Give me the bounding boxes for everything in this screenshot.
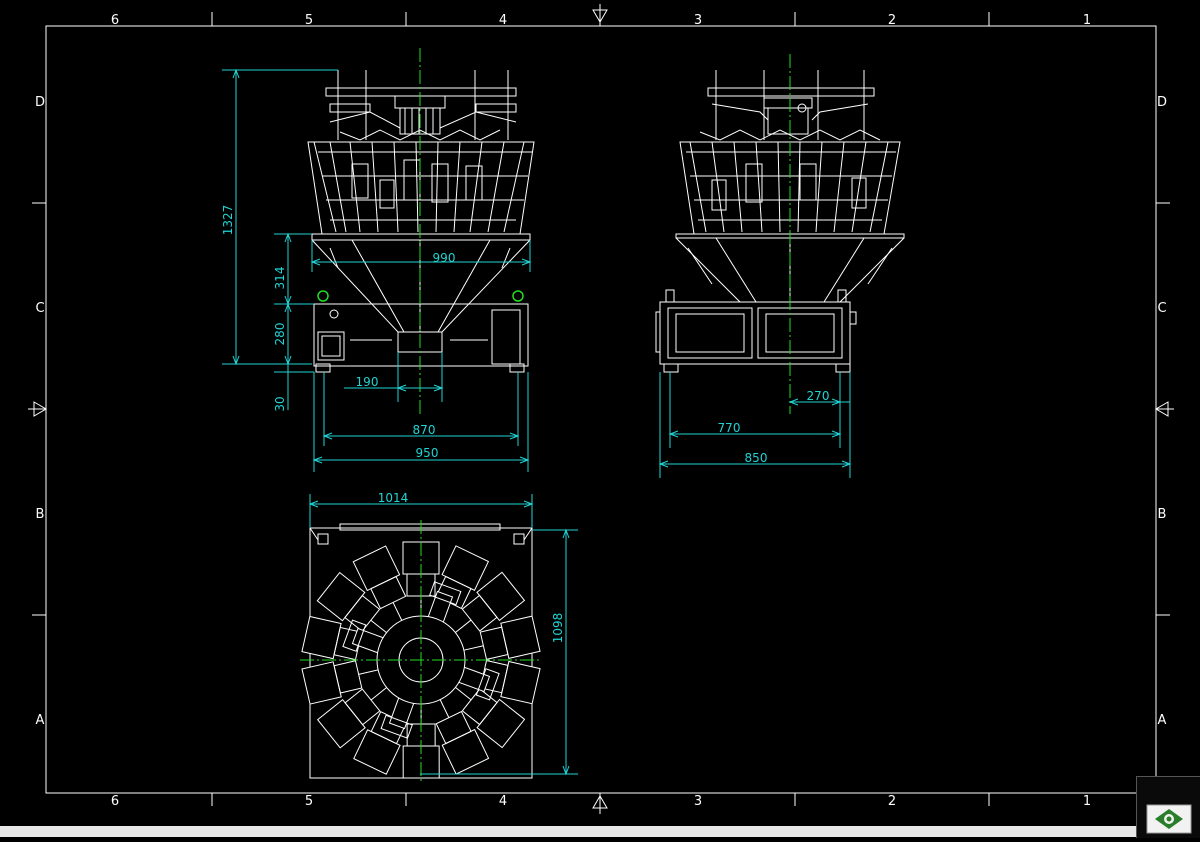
dim-base-width: 950 (416, 446, 439, 460)
zone-label-left: A (36, 713, 45, 728)
right-center-arrow (1156, 402, 1174, 416)
zone-label-right: B (1158, 507, 1167, 522)
side-dimensions: 270 770 850 (660, 372, 850, 478)
dim-top-width: 1014 (378, 491, 409, 505)
zone-labels-right: D C B A (1157, 95, 1167, 728)
side-base (656, 290, 856, 372)
status-bar (0, 826, 1136, 837)
zone-label-bottom: 3 (694, 794, 702, 809)
dim-chute-width: 190 (356, 375, 379, 389)
zone-label-top: 3 (694, 13, 702, 28)
dim-top-depth: 1098 (551, 613, 565, 644)
dim-hopper-height: 314 (273, 267, 287, 290)
front-view[interactable]: 1327 314 280 30 990 190 (221, 48, 534, 472)
zone-label-bottom: 6 (111, 794, 119, 809)
zone-label-bottom: 5 (305, 794, 313, 809)
zone-label-top: 1 (1083, 13, 1091, 28)
zone-label-top: 4 (499, 13, 507, 28)
left-center-arrow (28, 402, 46, 416)
zone-label-right: C (1157, 301, 1166, 316)
top-view[interactable]: 1014 1098 (300, 491, 578, 782)
zone-label-left: B (36, 507, 45, 522)
front-hopper (312, 234, 530, 352)
dim-height-total: 1327 (221, 205, 235, 236)
zone-label-bottom: 2 (888, 794, 896, 809)
zone-label-top: 5 (305, 13, 313, 28)
zone-label-left: C (35, 301, 44, 316)
zone-labels-bottom: 6 5 4 3 2 1 (111, 794, 1091, 809)
zone-label-right: A (1158, 713, 1167, 728)
dim-foot-height: 30 (273, 396, 287, 411)
dim-foot-span: 870 (413, 423, 436, 437)
zone-label-top: 2 (888, 13, 896, 28)
drawing-frame (28, 4, 1174, 814)
dim-side-offset: 270 (807, 389, 830, 403)
front-dimensions: 1327 314 280 30 990 190 (221, 70, 530, 472)
dim-side-base-width: 850 (745, 451, 768, 465)
bottom-center-arrow (593, 793, 607, 814)
app-logo-icon (1137, 777, 1200, 838)
front-bucket-ring (308, 130, 534, 234)
cad-drawing-canvas[interactable]: 6 5 4 3 2 1 6 5 4 3 2 1 D C B A D C B A (0, 0, 1200, 837)
zone-labels-left: D C B A (35, 95, 45, 728)
dim-hopper-width: 990 (433, 251, 456, 265)
top-center-arrow (593, 4, 607, 26)
dim-base-height: 280 (273, 323, 287, 346)
viewer-corner-panel[interactable] (1136, 776, 1200, 838)
zone-label-top: 6 (111, 13, 119, 28)
zone-label-right: D (1157, 95, 1167, 110)
side-top-frame (708, 70, 874, 140)
front-top-frame (326, 70, 516, 140)
side-view[interactable]: 270 770 850 (656, 54, 904, 478)
dim-side-foot-span: 770 (718, 421, 741, 435)
zone-label-left: D (35, 95, 45, 110)
zone-label-bottom: 4 (499, 794, 507, 809)
zone-label-bottom: 1 (1083, 794, 1091, 809)
